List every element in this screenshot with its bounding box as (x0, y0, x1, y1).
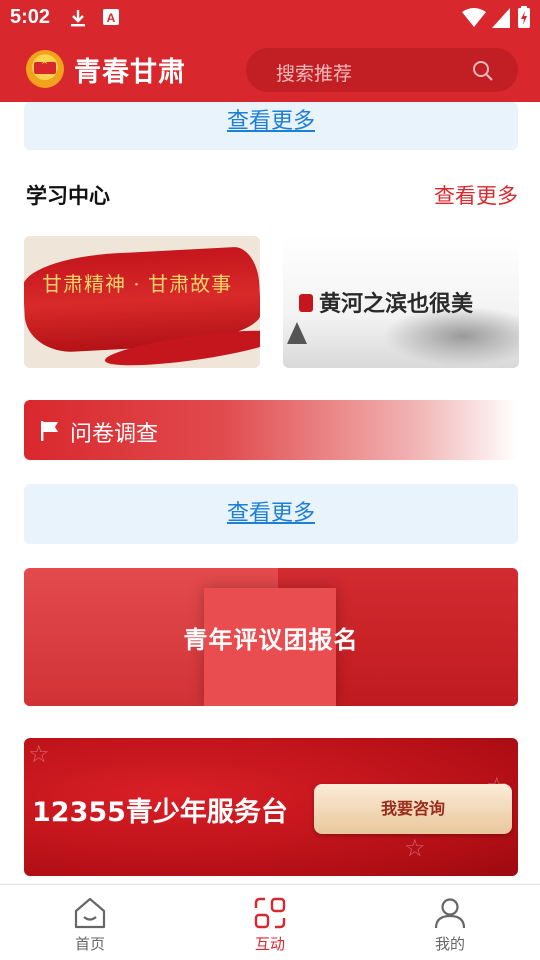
search-input[interactable]: 搜索推荐 (276, 59, 352, 86)
search-icon[interactable] (472, 60, 494, 86)
status-bar: 5:02 A (0, 0, 540, 36)
survey-header[interactable]: 问卷调查 (24, 400, 518, 460)
boat-illustration (287, 322, 307, 344)
study-center-more-link[interactable]: 查看更多 (434, 180, 518, 210)
bottom-nav: 首页 互动 我的 (0, 884, 540, 960)
survey-more-card[interactable]: 查看更多 (24, 484, 518, 544)
survey-title: 问卷调查 (70, 422, 159, 447)
banner-title: 青年评议团报名 (183, 626, 359, 654)
youth-council-banner[interactable]: 青年评议团报名 (24, 568, 518, 706)
study-item-card[interactable]: 黄河之滨也很美 (283, 236, 519, 368)
status-time: 5:02 (10, 6, 51, 28)
view-more-link[interactable]: 查看更多 (227, 109, 315, 134)
nav-item-profile[interactable]: 我的 (360, 885, 540, 960)
app-title: 青春甘肃 (74, 57, 186, 88)
interact-icon[interactable] (252, 895, 288, 931)
star-decoration-icon: ☆ (404, 834, 426, 862)
flag-icon (40, 420, 60, 446)
app-screen: 5:02 A ★ 青春甘肃 搜索推荐 查看更多 学习中心 查看更多 甘肃精神 ·… (0, 0, 540, 960)
nav-item-interact[interactable]: 互动 (180, 885, 360, 960)
study-item-card[interactable]: 甘肃精神 · 甘肃故事 (24, 236, 260, 368)
font-notification-icon: A (102, 8, 120, 30)
seal-stamp (299, 294, 313, 312)
app-header: ★ 青春甘肃 搜索推荐 (0, 36, 540, 102)
signal-icon (492, 8, 510, 32)
section-title-study-center: 学习中心 (26, 184, 110, 208)
banner-title: 12355青少年服务台 (32, 797, 288, 828)
wifi-icon (462, 8, 486, 32)
study-item-caption: 甘肃精神 · 甘肃故事 (42, 272, 233, 296)
svg-text:A: A (107, 11, 116, 25)
person-icon[interactable] (432, 895, 468, 931)
home-icon[interactable] (72, 895, 108, 931)
app-logo: ★ (26, 50, 64, 88)
survey-view-more-link[interactable]: 查看更多 (227, 501, 315, 526)
consult-button[interactable]: 我要咨询 (314, 784, 512, 834)
nav-label: 互动 (254, 935, 285, 953)
battery-icon (518, 6, 530, 32)
star-decoration-icon: ☆ (28, 740, 50, 768)
nav-label: 首页 (74, 935, 105, 953)
study-item-caption: 黄河之滨也很美 (319, 291, 474, 317)
search-bar[interactable]: 搜索推荐 (246, 48, 518, 92)
more-card-top[interactable]: 查看更多 (24, 102, 518, 150)
youth-service-banner[interactable]: ☆ ☆ ☆ 12355青少年服务台 我要咨询 (24, 738, 518, 876)
download-icon (68, 8, 88, 32)
nav-item-home[interactable]: 首页 (0, 885, 180, 960)
nav-label: 我的 (434, 935, 465, 953)
